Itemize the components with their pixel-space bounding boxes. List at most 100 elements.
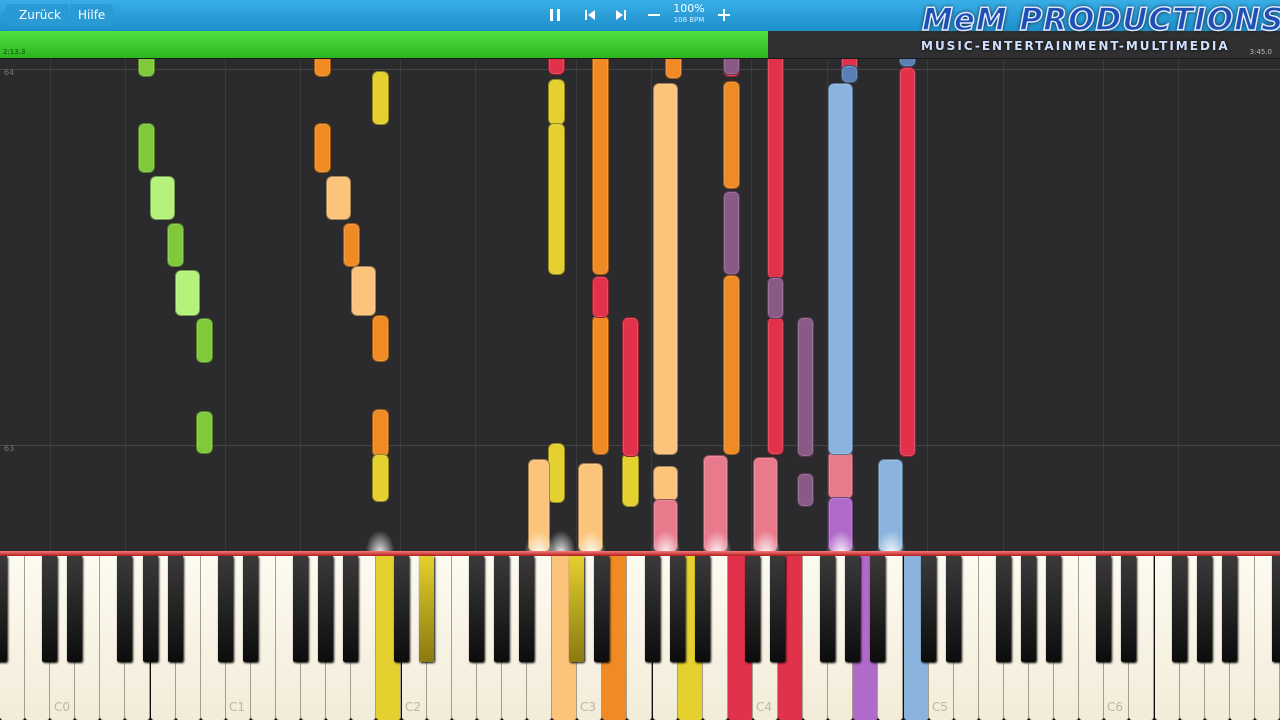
black-key xyxy=(1121,556,1137,662)
note xyxy=(899,67,916,457)
note-roll: 64 63 xyxy=(0,59,1280,552)
note xyxy=(828,451,853,499)
grid-line xyxy=(576,59,577,552)
note xyxy=(592,59,609,275)
black-key xyxy=(1096,556,1112,662)
black-key xyxy=(1196,556,1212,662)
black-key xyxy=(1021,556,1036,662)
black-key xyxy=(167,556,183,662)
grid-line xyxy=(751,59,752,552)
note xyxy=(175,270,200,316)
skip-back-icon xyxy=(585,10,595,20)
black-key xyxy=(644,556,660,662)
black-key xyxy=(669,556,685,662)
note xyxy=(150,176,175,220)
speed-increase-button[interactable] xyxy=(711,3,737,27)
plus-icon xyxy=(718,9,730,21)
pause-button[interactable] xyxy=(542,3,568,27)
grid-line xyxy=(651,59,652,552)
note xyxy=(548,79,565,125)
skip-forward-icon xyxy=(616,10,626,20)
elapsed-time: 2:13.3 xyxy=(3,48,26,56)
grid-line xyxy=(125,59,126,552)
progress-fill xyxy=(0,31,768,58)
black-key xyxy=(468,556,484,662)
black-key xyxy=(318,556,334,662)
black-key xyxy=(142,556,158,662)
note xyxy=(767,59,784,279)
logo-subtitle: MUSIC-ENTERTAINMENT-MULTIMEDIA xyxy=(921,39,1230,53)
octave-label: C2 xyxy=(405,700,422,714)
black-key xyxy=(569,556,585,662)
black-key xyxy=(770,556,785,662)
black-key xyxy=(820,556,836,662)
octave-label: C5 xyxy=(932,700,949,714)
black-key xyxy=(870,556,886,662)
note xyxy=(372,315,389,362)
note xyxy=(548,123,565,275)
previous-button[interactable] xyxy=(577,3,603,27)
note xyxy=(797,317,814,457)
note xyxy=(723,59,740,75)
note xyxy=(343,223,360,267)
note xyxy=(723,275,740,455)
minus-icon xyxy=(648,14,660,16)
black-key xyxy=(0,556,7,662)
grid-line xyxy=(1003,59,1004,552)
black-key xyxy=(594,556,610,662)
grid-line xyxy=(927,59,928,552)
black-key xyxy=(845,556,861,662)
grid-line xyxy=(300,59,301,552)
black-key xyxy=(1171,556,1187,662)
note xyxy=(723,191,740,275)
black-key xyxy=(945,556,961,662)
note xyxy=(723,81,740,189)
note xyxy=(828,83,853,455)
grid-line xyxy=(475,59,476,552)
back-button[interactable]: Zurück xyxy=(6,4,69,26)
octave-label: C6 xyxy=(1107,700,1124,714)
grid-line xyxy=(400,59,401,552)
note xyxy=(138,59,155,77)
measure-line xyxy=(0,69,1280,70)
speed-percent: 100% xyxy=(673,2,705,15)
octave-label: C0 xyxy=(54,700,71,714)
black-key xyxy=(217,556,233,662)
note xyxy=(138,123,155,173)
black-key xyxy=(418,556,434,662)
note xyxy=(351,266,376,316)
octave-label: C1 xyxy=(229,700,246,714)
note xyxy=(797,473,814,507)
watermark-logo: MeM PRODUCTIONS MUSIC-ENTERTAINMENT-MULT… xyxy=(918,1,1280,56)
grid-line xyxy=(225,59,226,552)
note xyxy=(767,277,784,319)
black-key xyxy=(293,556,309,662)
measure-label: 63 xyxy=(4,444,15,453)
note xyxy=(653,466,678,501)
black-key xyxy=(343,556,359,662)
speed-decrease-button[interactable] xyxy=(641,3,667,27)
note xyxy=(196,411,213,454)
grid-line xyxy=(1103,59,1104,552)
piano-keyboard xyxy=(0,556,1280,720)
note xyxy=(899,59,916,67)
measure-label: 64 xyxy=(4,68,15,77)
speed-bpm: 108 BPM xyxy=(673,16,705,24)
note xyxy=(372,409,389,457)
note xyxy=(372,71,389,125)
black-key xyxy=(1272,556,1280,662)
black-key xyxy=(744,556,760,662)
pause-icon xyxy=(550,9,560,21)
logo-title: MeM PRODUCTIONS xyxy=(921,1,1280,39)
black-key xyxy=(519,556,534,662)
next-button[interactable] xyxy=(608,3,634,27)
black-key xyxy=(995,556,1011,662)
octave-label: C3 xyxy=(580,700,597,714)
note xyxy=(622,453,639,507)
note xyxy=(622,317,639,457)
grid-line xyxy=(1178,59,1179,552)
help-button[interactable]: Hilfe xyxy=(70,4,114,26)
octave-label: C4 xyxy=(756,700,773,714)
black-key xyxy=(920,556,936,662)
grid-line xyxy=(50,59,51,552)
